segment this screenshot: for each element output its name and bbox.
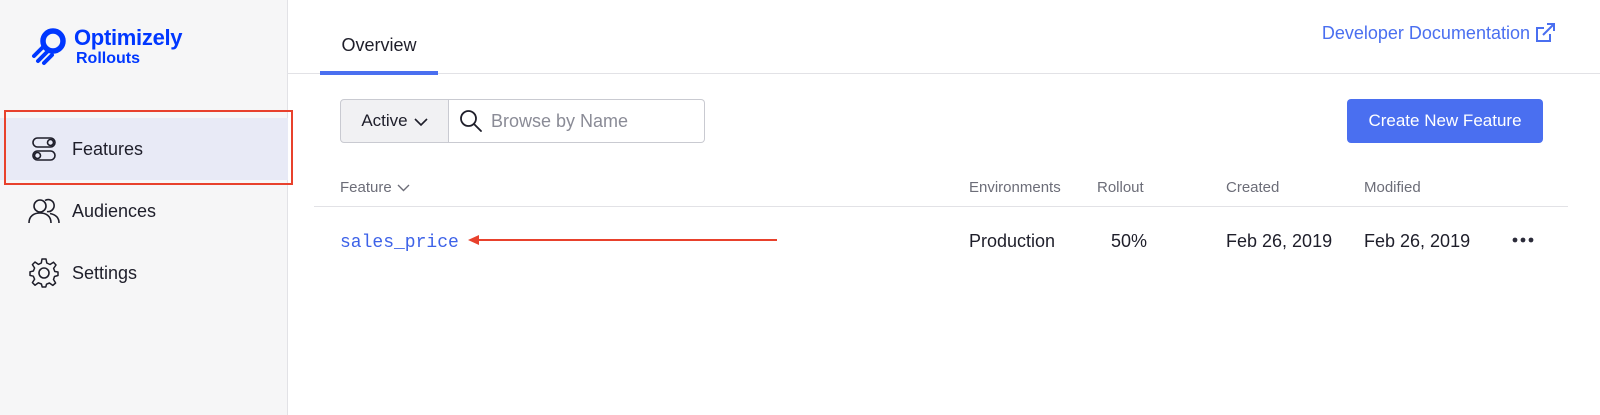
tab-overview[interactable]: Overview bbox=[320, 0, 438, 75]
status-filter-dropdown[interactable]: Active bbox=[340, 99, 449, 143]
modified-cell: Feb 26, 2019 bbox=[1364, 231, 1471, 251]
more-horizontal-icon bbox=[1512, 237, 1534, 243]
app-logo[interactable]: Optimizely Rollouts bbox=[30, 25, 183, 67]
column-header-label: Rollout bbox=[1097, 179, 1144, 196]
column-header-environments: Environments bbox=[969, 179, 1061, 196]
table-header: Feature Environments Rollout Created Mod… bbox=[314, 168, 1568, 207]
logo-title: Optimizely bbox=[74, 25, 183, 50]
toggle-icon bbox=[28, 133, 60, 165]
sort-chevron-down-icon bbox=[397, 184, 410, 191]
tab-bar: Overview Developer Documentation bbox=[288, 0, 1600, 75]
sidebar-item-settings[interactable]: Settings bbox=[0, 242, 288, 304]
environments-cell: Production bbox=[969, 231, 1056, 251]
sidebar-item-audiences[interactable]: Audiences bbox=[0, 180, 288, 242]
filter-toolbar: Active bbox=[340, 99, 705, 143]
logo-subtitle: Rollouts bbox=[76, 50, 140, 67]
column-header-label: Created bbox=[1226, 179, 1280, 196]
created-cell: Feb 26, 2019 bbox=[1226, 231, 1333, 251]
chevron-down-icon bbox=[414, 117, 428, 126]
column-header-feature[interactable]: Feature bbox=[340, 179, 410, 196]
status-filter-value: Active bbox=[361, 111, 408, 130]
feature-name-link[interactable]: sales_price bbox=[340, 233, 459, 253]
search-box bbox=[449, 99, 705, 143]
sidebar-nav: Features Audiences Settings bbox=[0, 118, 288, 304]
users-icon bbox=[28, 195, 60, 227]
rollout-cell: 50% bbox=[1111, 231, 1148, 251]
tab-label: Overview bbox=[341, 34, 417, 55]
optimizely-logo-icon bbox=[32, 28, 66, 65]
column-header-label: Feature bbox=[340, 179, 392, 196]
column-header-label: Environments bbox=[969, 179, 1061, 196]
developer-documentation-link[interactable]: Developer Documentation bbox=[1322, 22, 1556, 44]
sidebar-item-label: Settings bbox=[72, 262, 138, 283]
create-new-feature-button[interactable]: Create New Feature bbox=[1347, 99, 1543, 143]
row-actions-button[interactable] bbox=[1511, 228, 1535, 252]
external-link-icon bbox=[1536, 23, 1555, 42]
column-header-rollout: Rollout bbox=[1097, 179, 1144, 196]
sidebar-item-features[interactable]: Features bbox=[0, 118, 288, 180]
sidebar-item-label: Audiences bbox=[72, 200, 157, 221]
create-button-label: Create New Feature bbox=[1368, 111, 1522, 130]
column-header-label: Modified bbox=[1364, 179, 1421, 196]
sidebar-item-label: Features bbox=[72, 138, 144, 159]
column-header-modified: Modified bbox=[1364, 179, 1421, 196]
gear-icon bbox=[28, 257, 60, 289]
search-input[interactable] bbox=[491, 110, 691, 132]
search-icon bbox=[460, 110, 482, 132]
annotation-arrow bbox=[468, 235, 777, 245]
column-header-created: Created bbox=[1226, 179, 1279, 196]
docs-link-label: Developer Documentation bbox=[1321, 22, 1530, 43]
sidebar: Optimizely Rollouts Features Audiences S… bbox=[0, 0, 293, 415]
